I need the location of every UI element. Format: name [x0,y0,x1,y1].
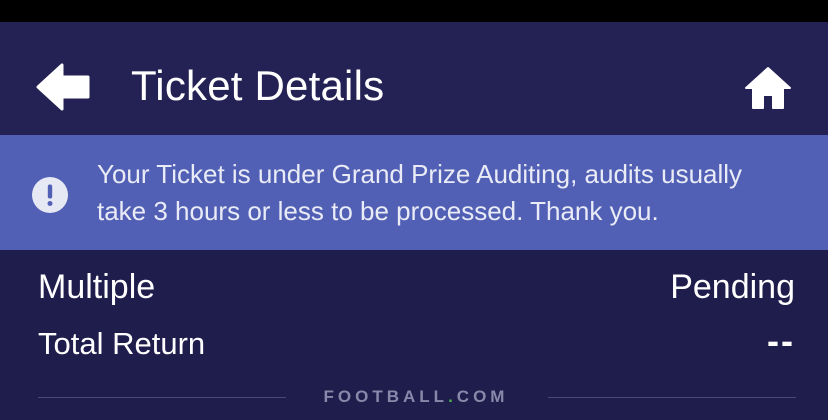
home-button[interactable] [744,64,792,112]
divider-right [548,397,796,398]
app-header: Ticket Details [0,22,828,135]
ticket-type-label: Multiple [38,268,156,306]
audit-notice-line-1: Your Ticket is under Grand Prize Auditin… [97,159,743,189]
audit-notice-text: Your Ticket is under Grand Prize Auditin… [97,156,797,230]
watermark-part2: COM [456,387,509,406]
ticket-status-value: Pending [670,268,795,306]
exclamation-circle-icon [31,176,69,214]
watermark-dot: . [448,387,457,406]
total-return-value: -- [767,320,795,361]
watermark-part1: FOOTBALL [323,387,449,406]
divider-left [38,397,286,398]
home-icon [745,67,791,109]
total-return-label: Total Return [38,326,206,361]
status-bar [0,0,828,22]
football-com-watermark: FOOTBALL.COM [296,386,536,408]
back-button[interactable] [36,62,94,112]
audit-notice-line-2: take 3 hours or less to be processed. Th… [97,196,659,226]
page-title: Ticket Details [131,62,385,109]
arrow-left-icon [36,63,90,111]
